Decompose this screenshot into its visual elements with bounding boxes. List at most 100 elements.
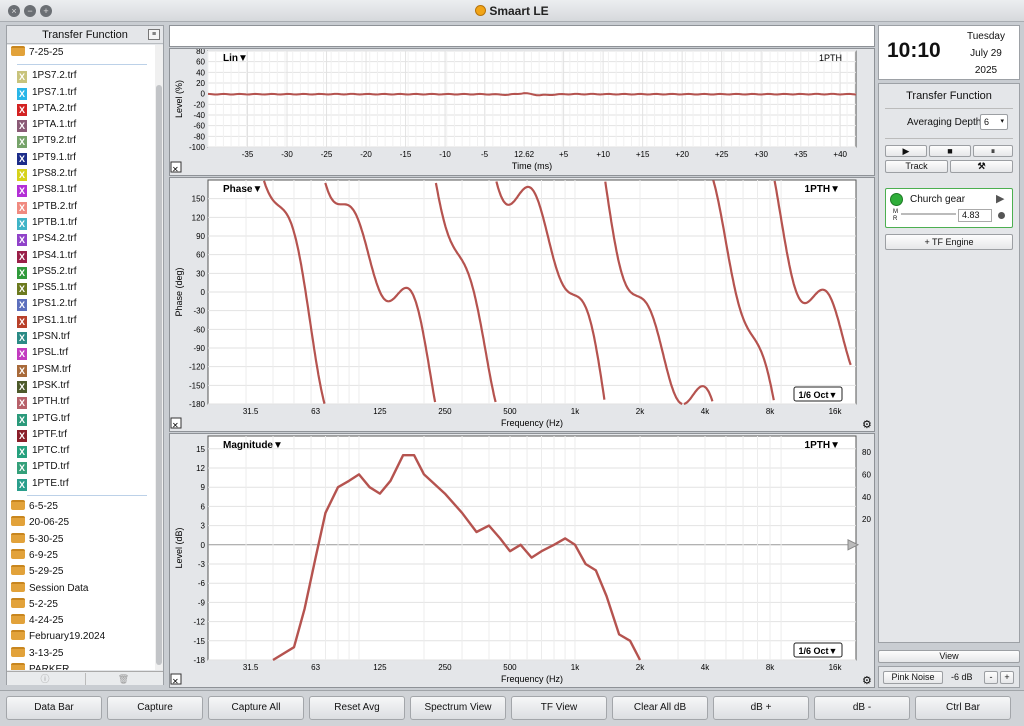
pink-noise-button[interactable]: Pink Noise [883, 671, 943, 684]
scroll-thumb[interactable] [156, 85, 162, 665]
file-item[interactable]: X 1PS4.2.trf [7, 231, 155, 247]
folder-name: PARKER [29, 663, 70, 670]
control-bar-title: Transfer Function [906, 90, 992, 102]
file-item[interactable]: X 1PS5.1.trf [7, 280, 155, 296]
pause-button[interactable]: ⏸ [973, 145, 1013, 157]
file-item[interactable]: X 1PS7.2.trf [7, 68, 155, 84]
track-button[interactable]: Track [885, 160, 948, 173]
folder-icon [11, 630, 25, 641]
folder-item[interactable]: 3-13-25 [7, 646, 155, 662]
info-icon[interactable]: ⓘ [7, 673, 83, 685]
close-plot-icon: ✕ [172, 421, 179, 430]
file-item[interactable]: X 1PTG.trf [7, 411, 155, 427]
tree-scrollbar[interactable] [155, 45, 163, 670]
cmd-button-ctrl-bar[interactable]: Ctrl Bar [915, 696, 1011, 720]
folder-icon [11, 662, 25, 670]
trf-file-icon: X [17, 332, 27, 345]
file-item[interactable]: X 1PTA.2.trf [7, 101, 155, 117]
file-item[interactable]: X 1PS7.1.trf [7, 85, 155, 101]
file-name: 1PTA.1.trf [32, 119, 77, 131]
engine-on-icon[interactable] [890, 193, 903, 206]
folder-item[interactable]: 6-9-25 [7, 548, 155, 564]
mag-mode-label: Magnitude▼ [223, 440, 283, 451]
folder-item[interactable]: PARKER [7, 662, 155, 670]
folder-item[interactable]: February19.2024 [7, 629, 155, 645]
file-item[interactable]: X 1PTB.2.trf [7, 199, 155, 215]
file-item[interactable]: X 1PT9.2.trf [7, 133, 155, 149]
cmd-button-capture-all[interactable]: Capture All [208, 696, 304, 720]
file-item[interactable]: X 1PTH.trf [7, 394, 155, 410]
y-tick-label: -90 [193, 344, 205, 353]
live-trace-label: 1PTH [819, 53, 842, 63]
file-name: 1PTE.trf [32, 477, 69, 489]
file-item[interactable]: X 1PTF.trf [7, 427, 155, 443]
file-item[interactable]: X 1PTC.trf [7, 443, 155, 459]
file-item[interactable]: X 1PSM.trf [7, 362, 155, 378]
tools-button[interactable]: ⚒ [950, 160, 1013, 173]
file-item[interactable]: X 1PS8.2.trf [7, 166, 155, 182]
y-tick-label: -120 [189, 363, 206, 372]
view-button[interactable]: View [878, 650, 1020, 663]
averaging-select[interactable]: 6 ▾ [980, 114, 1008, 130]
file-item[interactable]: X 1PS1.1.trf [7, 313, 155, 329]
y2-tick-label: 60 [862, 470, 871, 479]
x-tick-label: 31.5 [243, 663, 259, 672]
engine-play-icon[interactable]: ▶ [996, 192, 1004, 205]
file-item[interactable]: X 1PTB.1.trf [7, 215, 155, 231]
trash-icon[interactable]: 🗑 [85, 673, 161, 685]
y-tick-label: -18 [193, 656, 205, 665]
data-bar-menu-icon[interactable]: ≡ [148, 29, 160, 40]
folder-item[interactable]: Session Data [7, 581, 155, 597]
y-tick-label: 80 [196, 49, 205, 56]
cmd-button-data-bar[interactable]: Data Bar [6, 696, 102, 720]
phase-y-axis-label: Phase (deg) [174, 267, 184, 316]
cmd-button-db[interactable]: dB - [814, 696, 910, 720]
level-minus-button[interactable]: - [984, 671, 998, 684]
cmd-button-spectrum-view[interactable]: Spectrum View [410, 696, 506, 720]
cmd-button-reset-avg[interactable]: Reset Avg [309, 696, 405, 720]
folder-name: 5-2-25 [29, 598, 58, 610]
stop-button[interactable]: ■ [929, 145, 971, 157]
file-item[interactable]: X 1PSN.trf [7, 329, 155, 345]
file-item[interactable]: X 1PTA.1.trf [7, 117, 155, 133]
app-logo-icon [475, 5, 487, 16]
file-item[interactable]: X 1PS1.2.trf [7, 296, 155, 312]
file-item[interactable]: X 1PTD.trf [7, 459, 155, 475]
folder-item[interactable]: 5-2-25 [7, 597, 155, 613]
file-item[interactable]: X 1PTE.trf [7, 476, 155, 492]
trf-file-icon: X [17, 169, 27, 182]
trf-file-icon: X [17, 201, 27, 214]
trf-file-icon: X [17, 234, 27, 247]
folder-item[interactable]: 4-24-25 [7, 613, 155, 629]
play-button[interactable]: ▶ [885, 145, 927, 157]
cmd-button-capture[interactable]: Capture [107, 696, 203, 720]
phase-svg: 150 120 90 60 30 0 -30 -60 -90 -120 -150 -180 31.5 63… [170, 179, 872, 431]
level-plus-button[interactable]: + [1000, 671, 1014, 684]
magnitude-plot: 15 12 9 6 3 0 -3 -6 -9 -12 -15 -18 80 60 40 20 31.5 63 125… [169, 433, 875, 688]
engine-name: Church gear [910, 194, 966, 205]
folder-item[interactable]: 5-29-25 [7, 564, 155, 580]
folder-item[interactable]: 20-06-25 [7, 515, 155, 531]
trf-file-icon: X [17, 397, 27, 410]
file-name: 1PTF.trf [32, 428, 68, 440]
y-tick-label: -3 [198, 560, 206, 569]
add-tf-engine-button[interactable]: + TF Engine [885, 234, 1013, 250]
file-item[interactable]: X 1PSK.trf [7, 378, 155, 394]
cmd-button-tf-view[interactable]: TF View [511, 696, 607, 720]
file-item[interactable]: X 1PS5.2.trf [7, 264, 155, 280]
tf-engine-card[interactable]: Church gear ▶ MR 4.83 [885, 188, 1013, 228]
y2-tick-label: 80 [862, 448, 871, 457]
cmd-button-db[interactable]: dB + [713, 696, 809, 720]
folder-item[interactable]: 5-30-25 [7, 532, 155, 548]
file-item[interactable]: X 1PT9.1.trf [7, 150, 155, 166]
folder-name: 6-5-25 [29, 501, 58, 513]
file-item[interactable]: X 1PS4.1.trf [7, 248, 155, 264]
folder-item[interactable]: 6-5-25 [7, 499, 155, 515]
file-item[interactable]: X 1PSL.trf [7, 345, 155, 361]
file-item[interactable]: X 1PS8.1.trf [7, 182, 155, 198]
folder-open[interactable]: 7-25-25 [7, 45, 155, 61]
x-tick-label: -15 [400, 150, 412, 159]
engine-value-field[interactable]: 4.83 [958, 209, 992, 222]
cmd-button-clear-all-db[interactable]: Clear All dB [612, 696, 708, 720]
x-tick-label: +15 [636, 150, 650, 159]
